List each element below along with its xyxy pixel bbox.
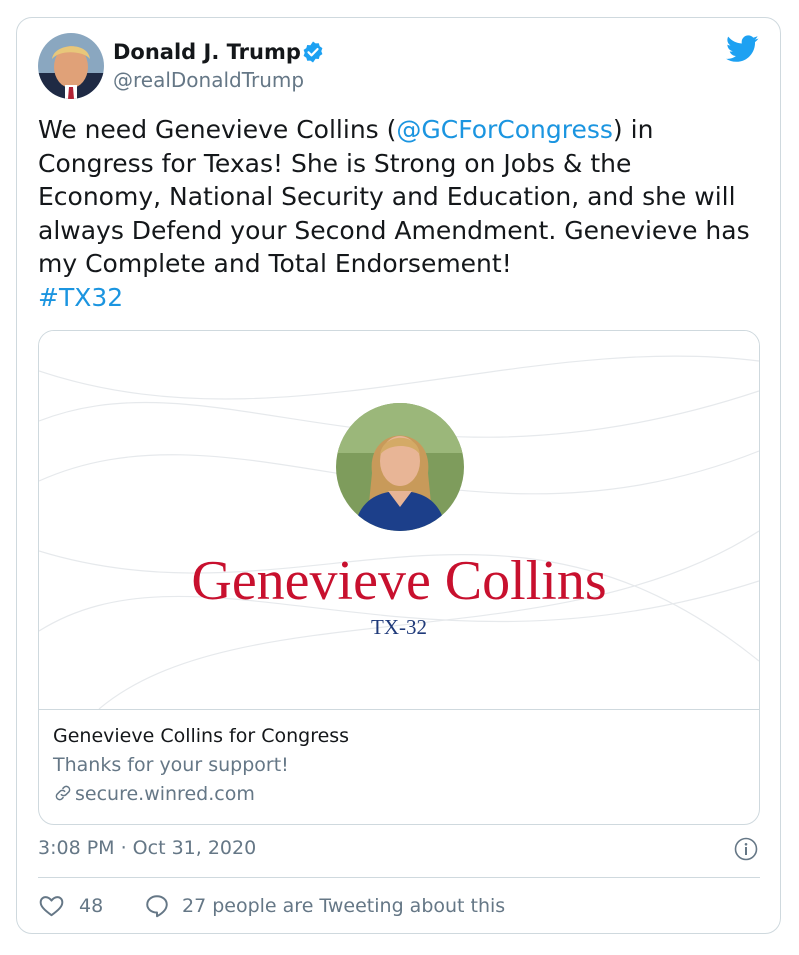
mention-link[interactable]: @GCForCongress	[396, 115, 613, 144]
author-avatar[interactable]	[38, 33, 104, 99]
link-card-url[interactable]: secure.winred.com	[53, 781, 255, 807]
tweet-text: We need Genevieve Collins (@GCForCongres…	[38, 113, 753, 314]
link-card-title[interactable]: Genevieve Collins for Congress	[53, 723, 349, 749]
verified-badge-icon	[303, 41, 323, 63]
link-preview-card[interactable]: Genevieve Collins TX-32 Genevieve Collin…	[38, 330, 760, 825]
hashtag-link[interactable]: #TX32	[38, 283, 123, 312]
twitter-bird-icon[interactable]	[726, 34, 759, 64]
speech-bubble-icon[interactable]	[144, 893, 170, 919]
candidate-name: Genevieve Collins	[191, 550, 607, 612]
author-name[interactable]: Donald J. Trump	[113, 38, 301, 66]
action-divider	[38, 877, 760, 878]
link-preview-image[interactable]: Genevieve Collins TX-32	[39, 331, 759, 710]
candidate-portrait	[336, 403, 464, 531]
link-icon	[55, 785, 71, 801]
link-card-description: Thanks for your support!	[53, 754, 289, 776]
conversation-count[interactable]: 27 people are Tweeting about this	[182, 893, 505, 919]
link-card-url-text: secure.winred.com	[75, 783, 255, 805]
author-handle[interactable]: @realDonaldTrump	[113, 66, 304, 94]
district-label: TX-32	[371, 615, 427, 639]
tweet-timestamp[interactable]: 3:08 PM · Oct 31, 2020	[38, 835, 256, 861]
heart-icon[interactable]	[38, 893, 65, 919]
tweet-text-part: We need Genevieve Collins (	[38, 115, 397, 144]
like-count[interactable]: 48	[79, 893, 103, 919]
info-icon[interactable]	[734, 837, 758, 861]
